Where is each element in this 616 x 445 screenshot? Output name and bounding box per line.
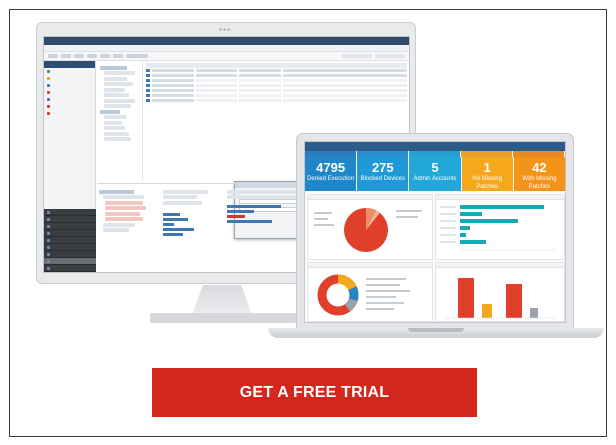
kpi-label: Denied Execution — [307, 176, 355, 182]
pie-chart-widget — [307, 194, 433, 260]
app-toolbar — [44, 52, 409, 61]
kpi-label: Admin Accounts — [413, 176, 457, 182]
nav-item — [44, 82, 95, 89]
monitor-stand-base — [150, 313, 296, 323]
laptop: 4795 Denied Execution 275 Blocked Device… — [296, 133, 574, 329]
donut-chart — [317, 274, 410, 316]
kpi-value: 275 — [371, 160, 394, 175]
column-chart-widget — [435, 262, 565, 322]
kpi-tile: 275 Blocked Devices — [357, 157, 409, 191]
bar-chart-widget — [435, 194, 565, 260]
kpi-row: 4795 Denied Execution 275 Blocked Device… — [305, 157, 565, 191]
kpi-tile: 4795 Denied Execution — [305, 157, 357, 191]
nav-item — [44, 103, 95, 110]
kpi-tile: 42 With Missing Patches — [513, 157, 565, 191]
kpi-value: 42 — [532, 160, 547, 175]
nav-item — [44, 68, 95, 75]
kpi-value: 5 — [431, 160, 439, 175]
nav-header — [44, 61, 95, 68]
kpi-label: No Missing Patches — [472, 176, 503, 190]
kpi-label: Blocked Devices — [360, 176, 405, 182]
kpi-tile: 1 No Missing Patches — [461, 157, 513, 191]
app-tree-panel — [97, 61, 143, 181]
free-trial-button[interactable]: GET A FREE TRIAL — [152, 368, 477, 417]
nav-item — [44, 75, 95, 82]
app-titlebar — [44, 37, 409, 45]
kpi-tile: 5 Admin Accounts — [409, 157, 461, 191]
donut-chart-widget — [307, 262, 433, 322]
kpi-label: With Missing Patches — [522, 176, 557, 190]
nav-item — [44, 96, 95, 103]
kpi-value: 1 — [483, 160, 491, 175]
column-chart — [444, 278, 556, 319]
app-nav-panel — [44, 61, 96, 272]
laptop-dashboard-screen: 4795 Denied Execution 275 Blocked Device… — [304, 141, 566, 323]
app-menubar — [44, 45, 409, 52]
nav-bottom-group — [44, 209, 96, 272]
pie-chart — [314, 208, 422, 252]
app-table-panel — [144, 61, 409, 121]
dashboard-header — [305, 142, 565, 151]
kpi-value: 4795 — [316, 160, 346, 175]
nav-item — [44, 89, 95, 96]
horizontal-bar-chart — [440, 205, 556, 251]
monitor-camera-dots: ●●● — [219, 27, 232, 33]
nav-item — [44, 110, 95, 117]
laptop-notch — [408, 328, 464, 332]
